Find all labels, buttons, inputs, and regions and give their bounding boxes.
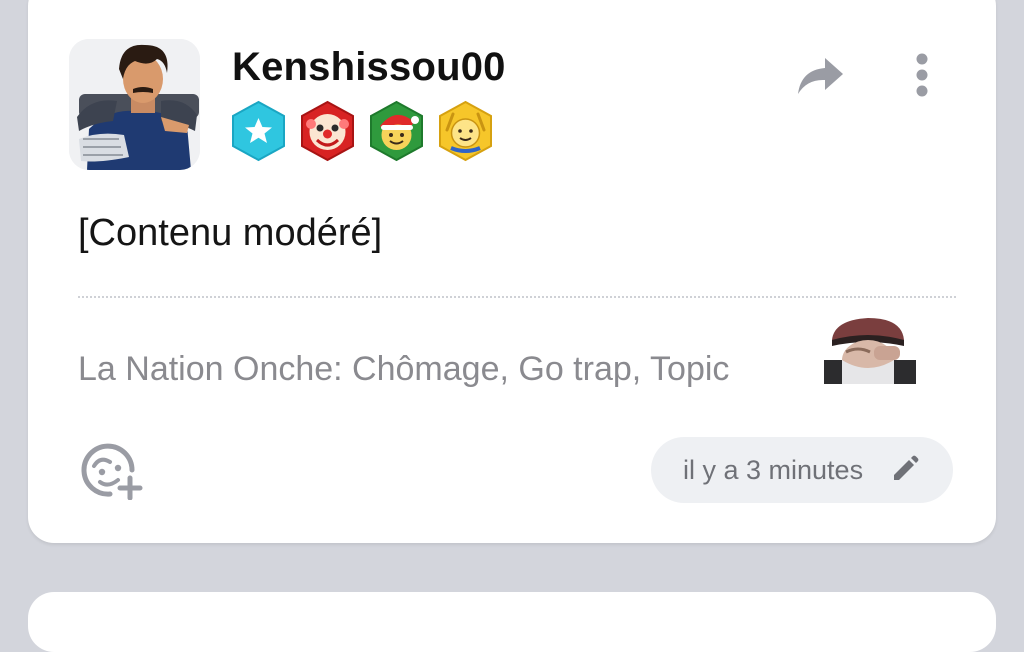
more-vertical-icon bbox=[916, 53, 928, 97]
edit-pencil-icon bbox=[894, 455, 919, 480]
star-badge-icon[interactable] bbox=[230, 100, 287, 162]
timestamp-pill[interactable]: il y a 3 minutes bbox=[651, 437, 953, 503]
badge-list bbox=[230, 100, 494, 162]
post-timestamp: il y a 3 minutes bbox=[683, 455, 864, 485]
signature-divider bbox=[78, 296, 956, 298]
cheer-badge-icon[interactable] bbox=[437, 100, 494, 162]
author-avatar[interactable] bbox=[69, 39, 200, 170]
post-content: [Contenu modéré] bbox=[78, 212, 383, 254]
author-username[interactable]: Kenshissou00 bbox=[232, 45, 506, 90]
add-reaction-icon[interactable] bbox=[80, 440, 144, 500]
signature-sticker-image bbox=[824, 318, 916, 384]
clown-badge-icon[interactable] bbox=[299, 100, 356, 162]
share-arrow-icon bbox=[798, 58, 843, 94]
post-signature: La Nation Onche: Chômage, Go trap, Topic bbox=[78, 350, 730, 388]
next-post-card bbox=[28, 592, 996, 652]
more-options-button[interactable] bbox=[904, 48, 940, 102]
share-button[interactable] bbox=[792, 52, 848, 100]
santa-badge-icon[interactable] bbox=[368, 100, 425, 162]
